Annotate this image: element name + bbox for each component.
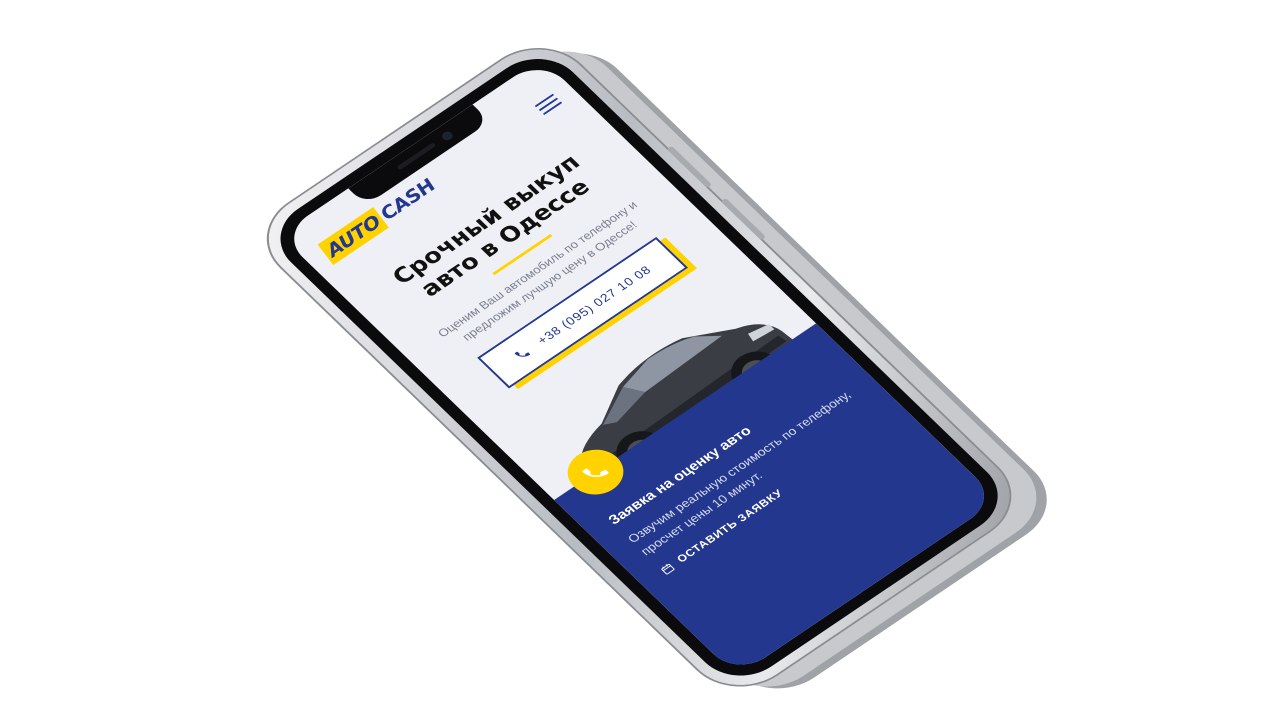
- phone-device: AUTO CASH Срочный выкуп авто в Одессе Оц…: [246, 31, 1032, 704]
- calendar-icon: [661, 563, 675, 575]
- mockup-stage: AUTO CASH Срочный выкуп авто в Одессе Оц…: [0, 0, 1281, 719]
- phone-handset-icon: [514, 351, 530, 357]
- phone-screen: AUTO CASH Срочный выкуп авто в Одессе Оц…: [279, 58, 999, 677]
- hamburger-menu-icon[interactable]: [534, 93, 563, 116]
- front-camera: [439, 129, 455, 142]
- phone-bezel: AUTO CASH Срочный выкуп авто в Одессе Оц…: [261, 43, 1017, 692]
